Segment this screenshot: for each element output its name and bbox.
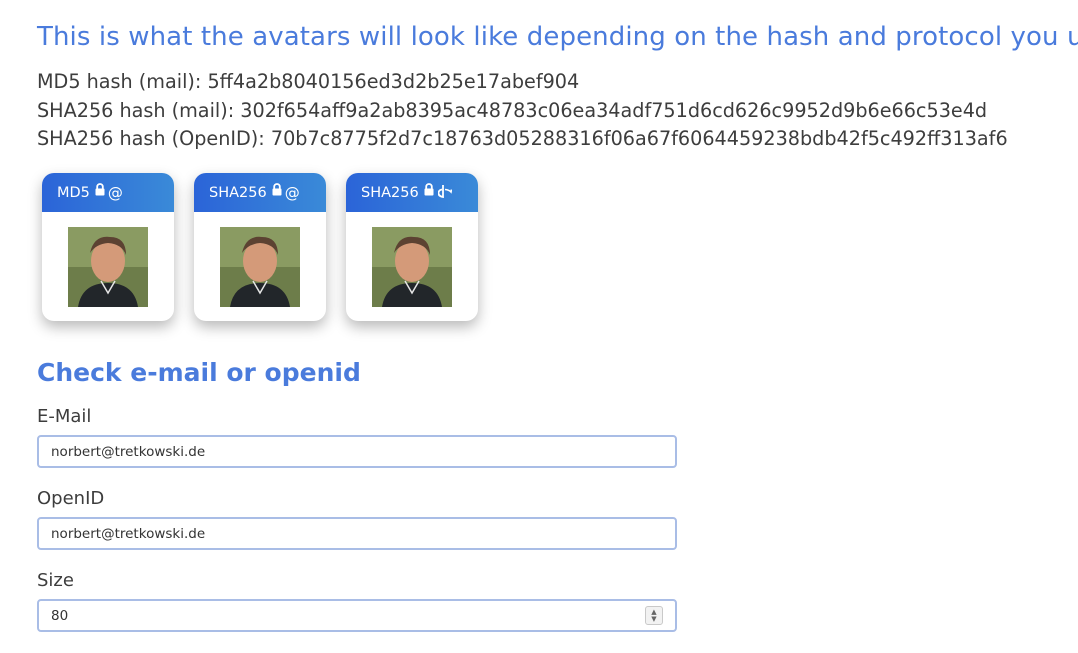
card-label: MD5 [57, 184, 90, 201]
card-header: SHA256 [346, 173, 478, 212]
size-label: Size [37, 570, 74, 591]
size-field[interactable] [37, 599, 677, 632]
hash-label: MD5 hash (mail): [37, 70, 202, 93]
size-stepper[interactable]: ▲ ▼ [645, 606, 663, 625]
at-icon: @ [284, 183, 300, 202]
hash-label: SHA256 hash (OpenID): [37, 127, 265, 150]
avatar-card-sha256-mail: SHA256 @ [194, 173, 326, 321]
avatar-image [220, 227, 300, 307]
sha256-openid-hash: SHA256 hash (OpenID): 70b7c8775f2d7c1876… [37, 127, 1008, 150]
avatar-card-sha256-openid: SHA256 [346, 173, 478, 321]
email-label: E-Mail [37, 406, 92, 427]
hash-value: 70b7c8775f2d7c18763d05288316f06a67f60644… [270, 127, 1008, 150]
openid-label: OpenID [37, 488, 105, 509]
page-title: This is what the avatars will look like … [37, 22, 1078, 52]
card-label: SHA256 [361, 184, 419, 201]
lock-icon [272, 183, 282, 201]
stepper-down-icon[interactable]: ▼ [651, 615, 656, 623]
card-header: SHA256 @ [194, 173, 326, 212]
avatar-image [68, 227, 148, 307]
openid-field[interactable] [37, 517, 677, 550]
hash-value: 5ff4a2b8040156ed3d2b25e17abef904 [207, 70, 580, 93]
card-header: MD5 @ [42, 173, 174, 212]
sha256-mail-hash: SHA256 hash (mail): 302f654aff9a2ab8395a… [37, 99, 987, 122]
card-label: SHA256 [209, 184, 267, 201]
email-field[interactable] [37, 435, 677, 468]
at-icon: @ [107, 183, 123, 202]
hash-label: SHA256 hash (mail): [37, 99, 235, 122]
avatar-image [372, 227, 452, 307]
hash-value: 302f654aff9a2ab8395ac48783c06ea34adf751d… [240, 99, 988, 122]
md5-mail-hash: MD5 hash (mail): 5ff4a2b8040156ed3d2b25e… [37, 70, 579, 93]
lock-icon [95, 183, 105, 201]
lock-icon [424, 183, 434, 201]
openid-icon [437, 184, 452, 202]
check-section-title: Check e-mail or openid [37, 358, 361, 387]
avatar-card-md5-mail: MD5 @ [42, 173, 174, 321]
